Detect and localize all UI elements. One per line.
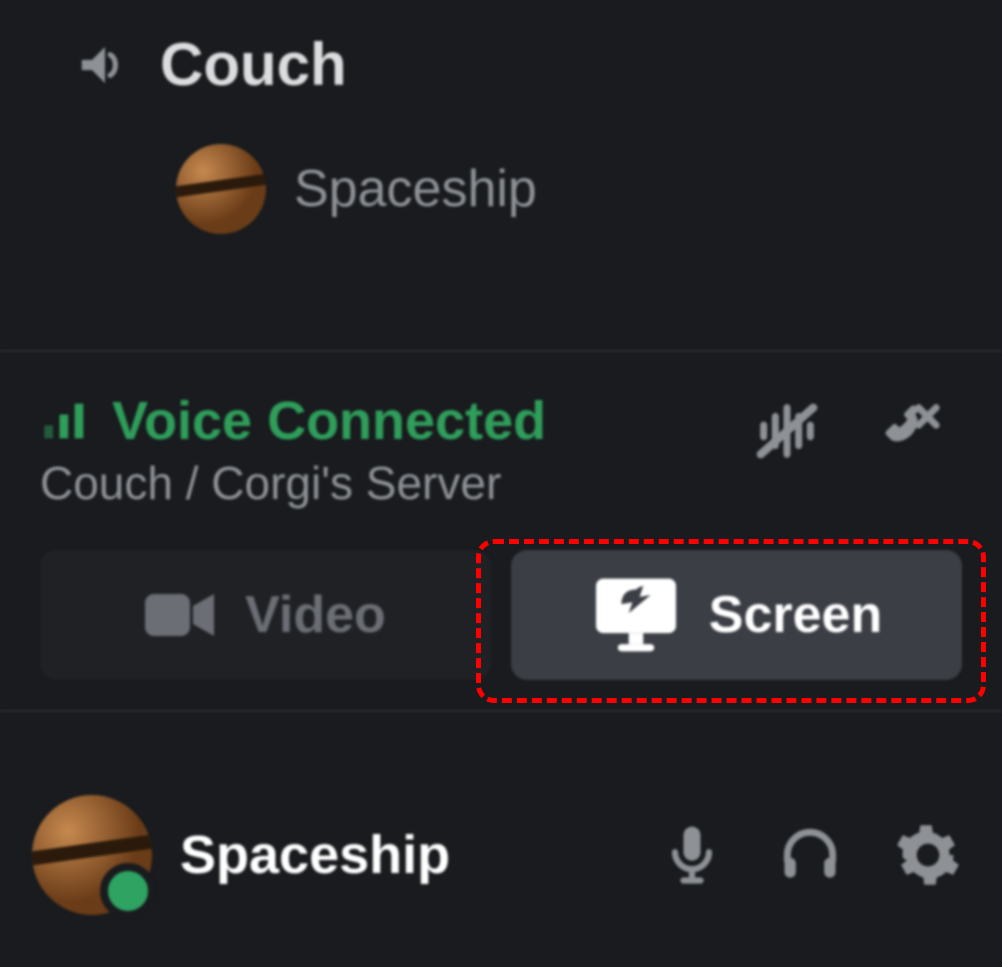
signal-icon	[40, 395, 92, 447]
channel-name: Couch	[160, 30, 347, 99]
user-panel: Spaceship	[0, 710, 1002, 960]
voice-status-sub: Couch / Corgi's Server	[40, 456, 546, 510]
voice-channel-couch[interactable]: Couch	[74, 30, 1002, 99]
voice-channel-member[interactable]: Spaceship	[176, 144, 1002, 234]
video-button-label: Video	[245, 585, 386, 645]
deafen-icon[interactable]	[776, 821, 844, 889]
mute-mic-icon[interactable]	[658, 821, 726, 889]
camera-icon	[145, 585, 217, 645]
speaker-icon	[74, 34, 136, 96]
screen-button-label: Screen	[709, 585, 882, 645]
avatar	[176, 144, 266, 234]
user-area[interactable]: Spaceship	[32, 795, 450, 915]
username: Spaceship	[180, 824, 450, 886]
voice-status-title: Voice Connected	[112, 390, 546, 452]
voice-channel-list: Couch Spaceship	[0, 0, 1002, 350]
voice-status[interactable]: Voice Connected	[40, 390, 546, 452]
noise-suppression-icon[interactable]	[752, 396, 822, 466]
settings-gear-icon[interactable]	[894, 821, 962, 889]
screen-share-button[interactable]: Screen	[511, 550, 962, 680]
avatar	[32, 795, 152, 915]
online-status-icon	[100, 863, 156, 919]
disconnect-icon[interactable]	[872, 396, 942, 466]
member-name: Spaceship	[294, 159, 537, 219]
screen-share-icon	[591, 575, 681, 655]
voice-connection-panel: Voice Connected Couch / Corgi's Server	[0, 350, 1002, 710]
video-button[interactable]: Video	[40, 550, 491, 680]
